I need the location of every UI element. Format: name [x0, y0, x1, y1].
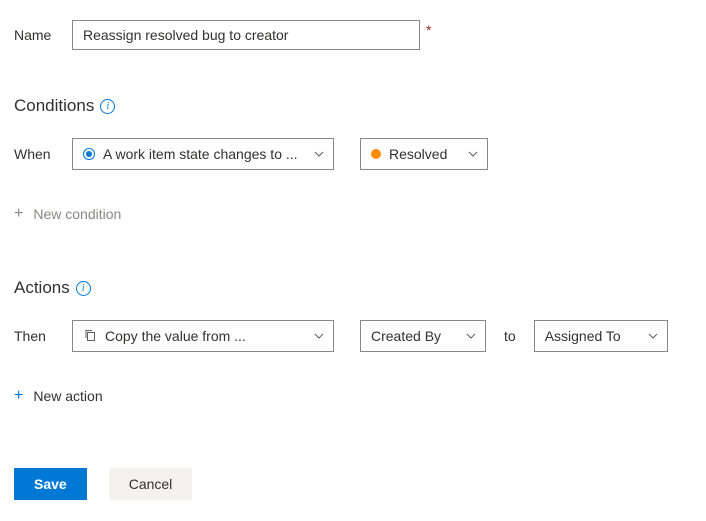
action-type-dropdown[interactable]: Copy the value from ... — [72, 320, 334, 352]
from-field-dropdown[interactable]: Created By — [360, 320, 486, 352]
chevron-down-icon — [313, 330, 325, 342]
footer: Save Cancel — [14, 468, 692, 500]
then-label: Then — [14, 328, 72, 344]
chevron-down-icon — [313, 148, 325, 160]
when-row: When A work item state changes to ... Re… — [14, 138, 692, 170]
conditions-heading: Conditions i — [14, 96, 692, 116]
actions-heading: Actions i — [14, 278, 692, 298]
chevron-down-icon — [465, 330, 477, 342]
new-action-link[interactable]: + New action — [14, 388, 103, 404]
plus-icon: + — [14, 206, 23, 222]
condition-trigger-dropdown[interactable]: A work item state changes to ... — [72, 138, 334, 170]
name-label: Name — [14, 27, 72, 43]
to-field-dropdown[interactable]: Assigned To — [534, 320, 668, 352]
info-icon[interactable]: i — [100, 99, 115, 114]
copy-icon — [83, 328, 97, 345]
state-dot-icon — [371, 149, 381, 159]
chevron-down-icon — [647, 330, 659, 342]
cancel-button[interactable]: Cancel — [109, 468, 193, 500]
radio-icon — [83, 148, 95, 160]
chevron-down-icon — [467, 148, 479, 160]
required-indicator: * — [426, 22, 431, 38]
save-button[interactable]: Save — [14, 468, 87, 500]
name-row: Name * — [14, 20, 692, 50]
new-condition-link[interactable]: + New condition — [14, 206, 121, 222]
rule-name-input[interactable] — [72, 20, 420, 50]
info-icon[interactable]: i — [76, 281, 91, 296]
condition-state-dropdown[interactable]: Resolved — [360, 138, 488, 170]
then-row: Then Copy the value from ... Created By … — [14, 320, 692, 352]
to-label: to — [504, 328, 516, 344]
plus-icon: + — [14, 388, 23, 404]
when-label: When — [14, 146, 72, 162]
